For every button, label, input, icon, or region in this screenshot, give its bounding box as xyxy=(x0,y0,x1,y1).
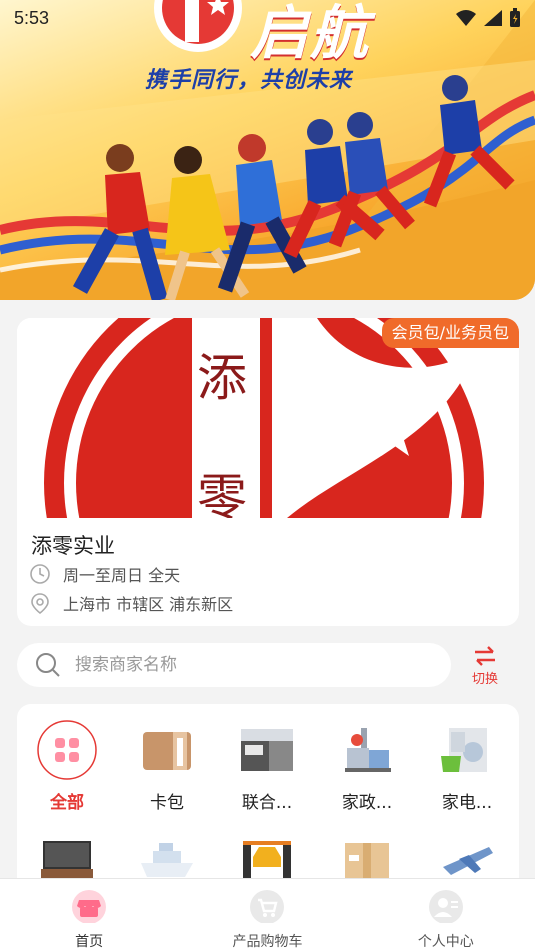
clock-icon xyxy=(30,564,50,584)
store-logo: 添 零 会员包/业务员包 xyxy=(17,318,519,518)
kitchen-icon xyxy=(237,720,297,780)
store-card[interactable]: 添 零 会员包/业务员包 添零实业 周一至周日 全天 上海市 市辖区 浦东新区 xyxy=(17,318,519,626)
signal-icon xyxy=(484,10,502,26)
status-bar: 5:53 xyxy=(0,0,535,36)
location-pin-icon xyxy=(31,593,49,614)
nav-label: 个人中心 xyxy=(417,934,474,950)
category-kitchen[interactable]: 联合... xyxy=(217,720,317,813)
store-logo-graphic xyxy=(44,318,484,518)
category-panel: 全部 卡包 联合... 家政... 家电... xyxy=(17,704,519,894)
category-housekeeping[interactable]: 家政... xyxy=(317,720,417,813)
store-address-row: 上海市 市辖区 浦东新区 xyxy=(29,591,233,615)
category-label: 联合... xyxy=(241,793,293,813)
nav-label: 首页 xyxy=(75,934,104,950)
search-bar[interactable] xyxy=(17,643,451,687)
shop-icon xyxy=(72,890,107,923)
user-icon xyxy=(428,890,463,923)
category-card-wallet[interactable]: 卡包 xyxy=(117,720,217,813)
store-hours-row: 周一至周日 全天 xyxy=(29,562,180,586)
wallet-icon xyxy=(137,720,197,780)
nav-home[interactable]: 首页 xyxy=(0,879,178,951)
store-hours: 周一至周日 全天 xyxy=(63,566,181,585)
category-appliance[interactable]: 家电... xyxy=(417,720,517,813)
category-label: 全部 xyxy=(50,793,84,813)
battery-icon xyxy=(510,8,520,27)
store-address: 上海市 市辖区 浦东新区 xyxy=(63,595,234,614)
wifi-icon xyxy=(456,10,476,26)
bottom-navigation: 首页 产品购物车 个人中心 xyxy=(0,878,535,951)
store-name: 添零实业 xyxy=(31,534,115,558)
cart-icon xyxy=(250,890,285,923)
logo-char-top: 添 xyxy=(197,349,247,407)
category-all[interactable]: 全部 xyxy=(17,720,117,813)
status-time: 5:53 xyxy=(14,7,50,28)
search-icon xyxy=(36,653,60,677)
category-label: 家电... xyxy=(441,793,493,813)
swap-icon xyxy=(475,646,495,666)
logo-char-bottom: 零 xyxy=(197,469,247,518)
category-label: 卡包 xyxy=(150,793,184,813)
nav-label: 产品购物车 xyxy=(232,934,303,950)
package-type-badge[interactable]: 会员包/业务员包 xyxy=(381,318,519,348)
hero-banner[interactable]: 启航 携手同行，共创未来 xyxy=(0,0,535,300)
housekeeping-icon xyxy=(337,720,397,780)
category-label: 家政... xyxy=(341,793,393,813)
search-input[interactable] xyxy=(75,655,415,675)
banner-slogan: 携手同行，共创未来 xyxy=(145,68,353,93)
nav-profile[interactable]: 个人中心 xyxy=(357,879,535,951)
status-icons xyxy=(455,8,521,28)
nav-cart[interactable]: 产品购物车 xyxy=(178,879,356,951)
appliance-icon xyxy=(437,720,497,780)
switch-button[interactable]: 切换 xyxy=(463,646,507,688)
switch-label: 切换 xyxy=(471,672,498,687)
grid-icon xyxy=(37,720,97,780)
